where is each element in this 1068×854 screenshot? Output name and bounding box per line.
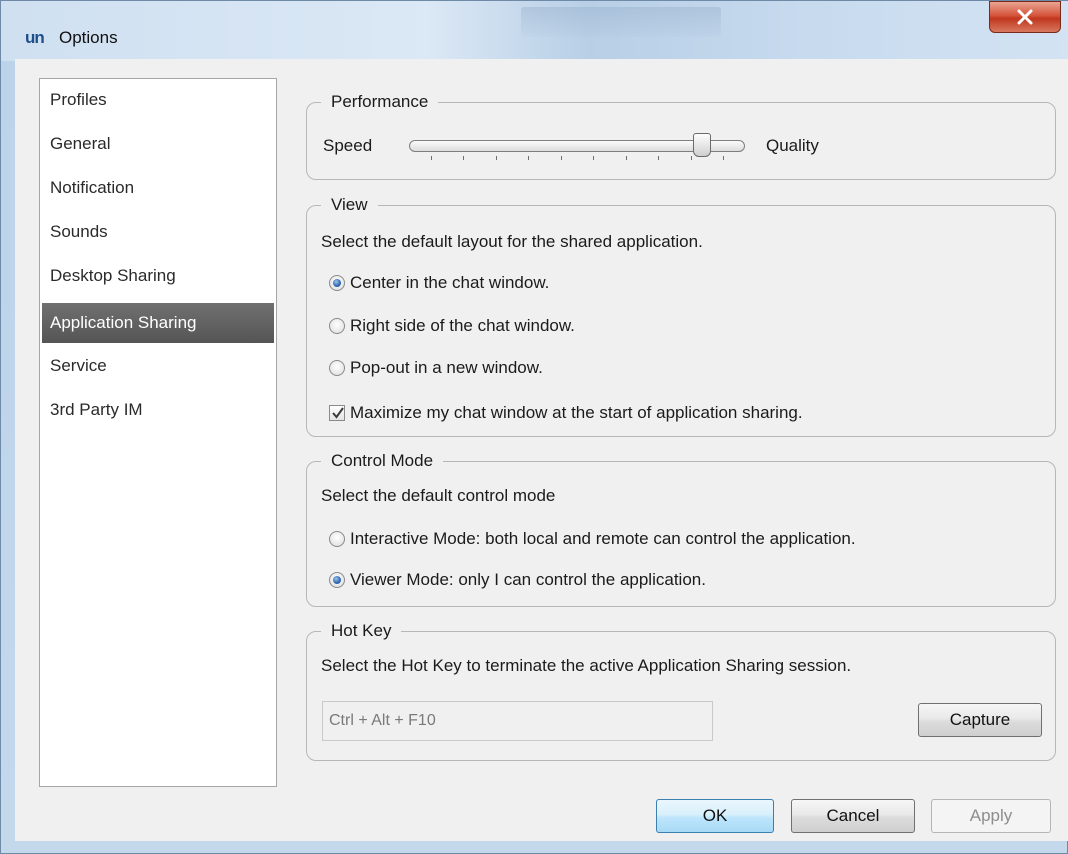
apply-button: Apply	[931, 799, 1051, 833]
view-description: Select the default layout for the shared…	[321, 232, 703, 251]
checkmark-icon	[332, 407, 344, 419]
window-title: Options	[59, 28, 118, 47]
options-sidebar: Profiles General Notification Sounds Des…	[39, 78, 277, 787]
slider-tick	[593, 156, 595, 160]
background-window-blur	[521, 7, 721, 37]
maximize-checkbox[interactable]	[329, 405, 345, 421]
control-mode-legend: Control Mode	[321, 449, 444, 473]
ok-button[interactable]: OK	[656, 799, 774, 833]
speed-label: Speed	[323, 136, 373, 155]
slider-tick	[658, 156, 660, 160]
sidebar-item-desktop-sharing[interactable]: Desktop Sharing	[42, 257, 274, 295]
title-bar[interactable]: un Options	[1, 1, 1068, 61]
sidebar-item-notification[interactable]: Notification	[42, 169, 274, 207]
performance-legend: Performance	[321, 90, 439, 114]
interactive-mode-radio[interactable]	[329, 531, 345, 547]
sidebar-item-3rd-party-im[interactable]: 3rd Party IM	[42, 391, 274, 429]
view-center-label[interactable]: Center in the chat window.	[350, 272, 549, 294]
viewer-mode-radio[interactable]	[329, 572, 345, 588]
slider-tick	[560, 156, 562, 160]
view-right-side-radio[interactable]	[329, 318, 345, 334]
view-popout-radio[interactable]	[329, 360, 345, 376]
slider-tick	[431, 156, 432, 160]
view-legend: View	[321, 193, 378, 217]
close-icon	[1017, 9, 1033, 25]
sidebar-item-sounds[interactable]: Sounds	[42, 213, 274, 251]
performance-slider-thumb[interactable]	[692, 133, 711, 157]
capture-button[interactable]: Capture	[918, 703, 1042, 737]
slider-tick	[690, 156, 692, 160]
view-center-radio[interactable]	[329, 275, 345, 291]
slider-tick	[495, 156, 497, 160]
slider-tick	[463, 156, 465, 160]
control-mode-description: Select the default control mode	[321, 486, 556, 505]
sidebar-item-application-sharing[interactable]: Application Sharing	[42, 303, 274, 343]
hot-key-group: Hot Key	[306, 619, 1056, 761]
cancel-button[interactable]: Cancel	[791, 799, 915, 833]
view-right-side-label[interactable]: Right side of the chat window.	[350, 315, 575, 337]
view-popout-label[interactable]: Pop-out in a new window.	[350, 357, 543, 379]
sidebar-item-general[interactable]: General	[42, 125, 274, 163]
slider-tick	[528, 156, 530, 160]
slider-tick	[625, 156, 627, 160]
viewer-mode-label[interactable]: Viewer Mode: only I can control the appl…	[350, 569, 706, 591]
app-logo-icon: un	[25, 28, 45, 47]
close-button[interactable]	[989, 1, 1061, 33]
quality-label: Quality	[766, 136, 819, 155]
maximize-label[interactable]: Maximize my chat window at the start of …	[350, 402, 803, 424]
sidebar-item-profiles[interactable]: Profiles	[42, 81, 274, 119]
slider-tick	[723, 156, 724, 160]
hot-key-legend: Hot Key	[321, 619, 402, 643]
interactive-mode-label[interactable]: Interactive Mode: both local and remote …	[350, 528, 856, 550]
sidebar-item-service[interactable]: Service	[42, 347, 274, 385]
hot-key-field[interactable]: Ctrl + Alt + F10	[322, 701, 713, 741]
options-window: un Options Profiles General Notification…	[0, 0, 1068, 854]
hot-key-description: Select the Hot Key to terminate the acti…	[321, 656, 852, 675]
